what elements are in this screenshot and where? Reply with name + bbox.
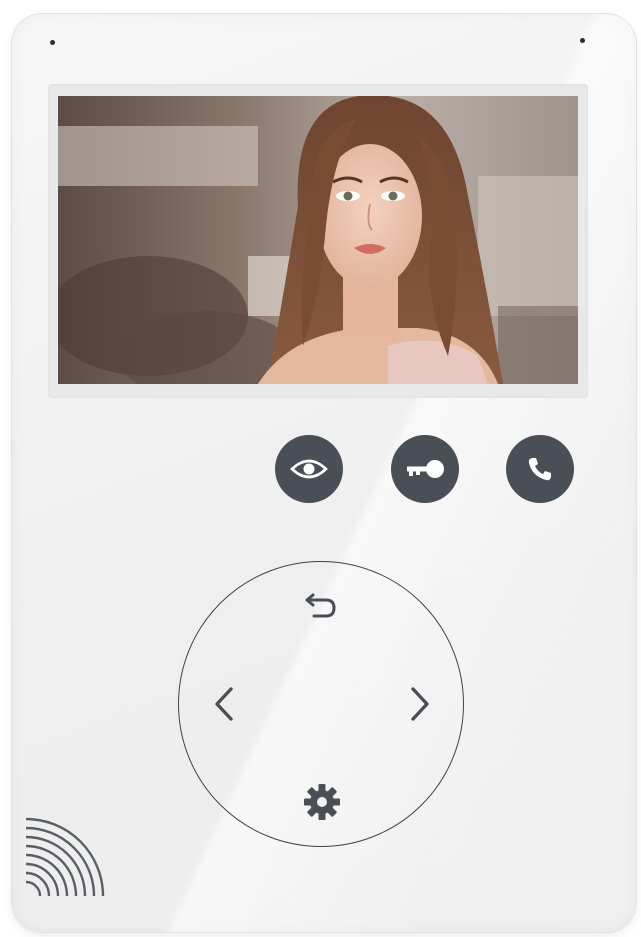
left-button[interactable] (202, 682, 246, 726)
microphone-hole-left (50, 40, 55, 45)
return-arrow-icon (305, 593, 336, 618)
gear-icon (304, 784, 340, 820)
phone-icon (528, 458, 551, 481)
call-button[interactable] (506, 435, 574, 503)
back-button[interactable] (299, 583, 343, 627)
video-feed-image (58, 96, 578, 384)
speaker-grille (24, 816, 106, 898)
key-icon (407, 460, 444, 478)
unlock-button[interactable] (391, 435, 459, 503)
chevron-left-icon (215, 687, 233, 721)
microphone-hole-right (580, 38, 585, 43)
monitor-button[interactable] (275, 435, 343, 503)
right-button[interactable] (398, 682, 442, 726)
video-screen (58, 96, 578, 384)
speaker-grille-icon (25, 817, 105, 897)
chevron-right-icon (411, 687, 429, 721)
eye-icon (290, 459, 328, 479)
settings-button[interactable] (300, 780, 344, 824)
